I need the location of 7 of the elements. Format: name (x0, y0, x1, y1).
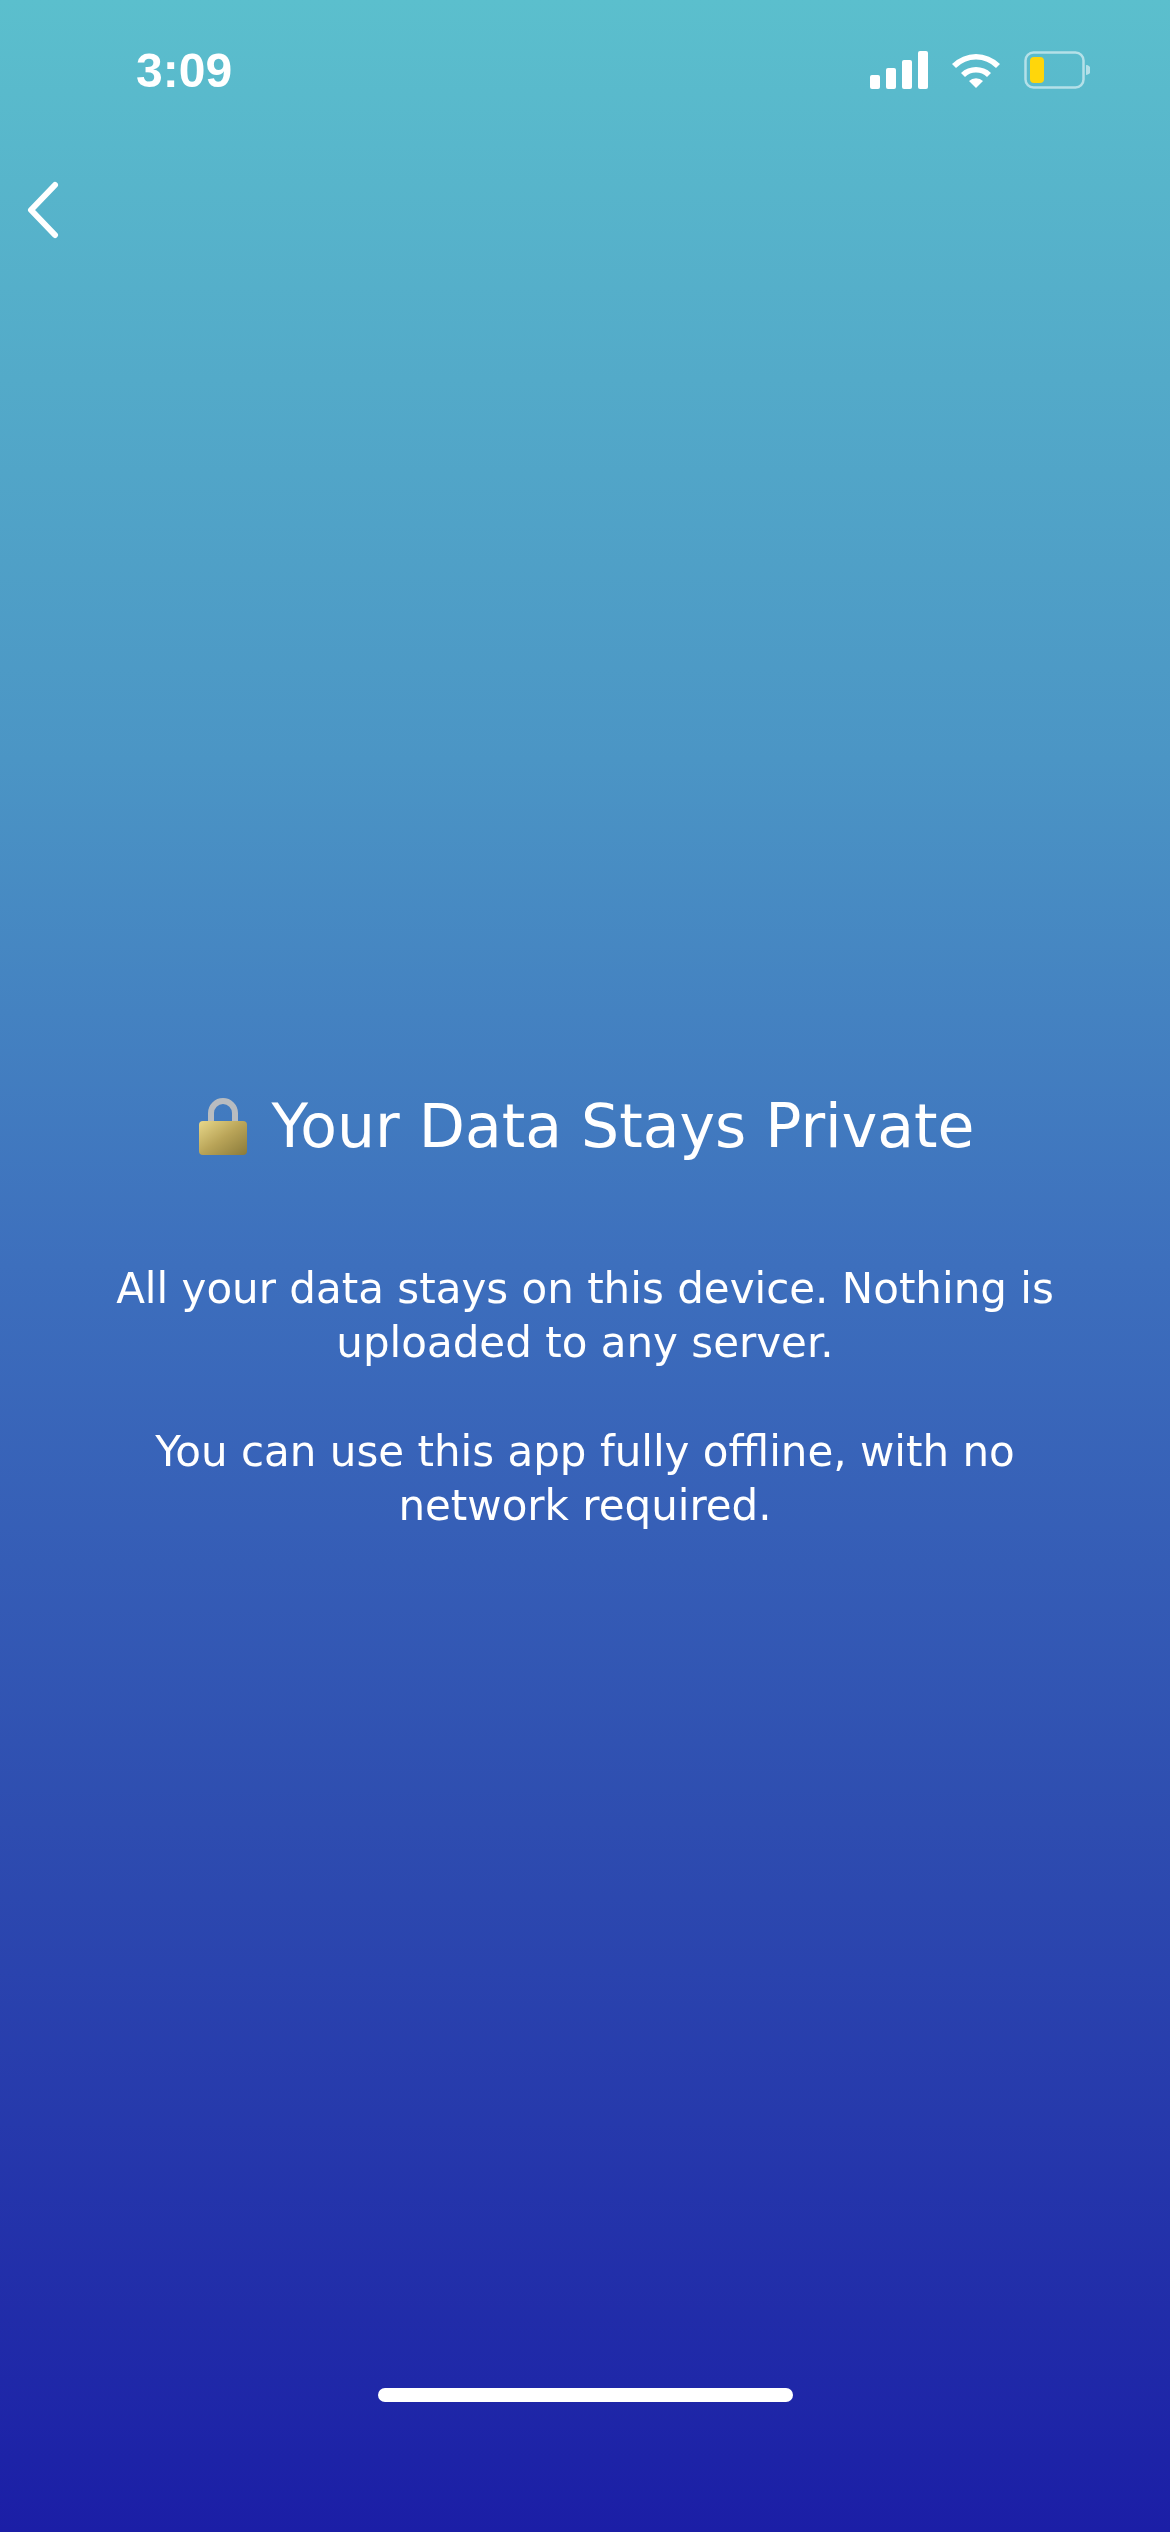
body-text: All your data stays on this device. Nothing is uploaded to any server. (115, 1263, 1055, 1369)
signal-icon (870, 51, 928, 89)
status-time: 3:09 (136, 42, 233, 98)
wifi-icon (950, 51, 1002, 89)
battery-icon (1024, 51, 1090, 89)
body-text: You can use this app fully offline, with no network required. (154, 1426, 1016, 1532)
page-title: Your Data Stays Private (271, 1090, 975, 1162)
